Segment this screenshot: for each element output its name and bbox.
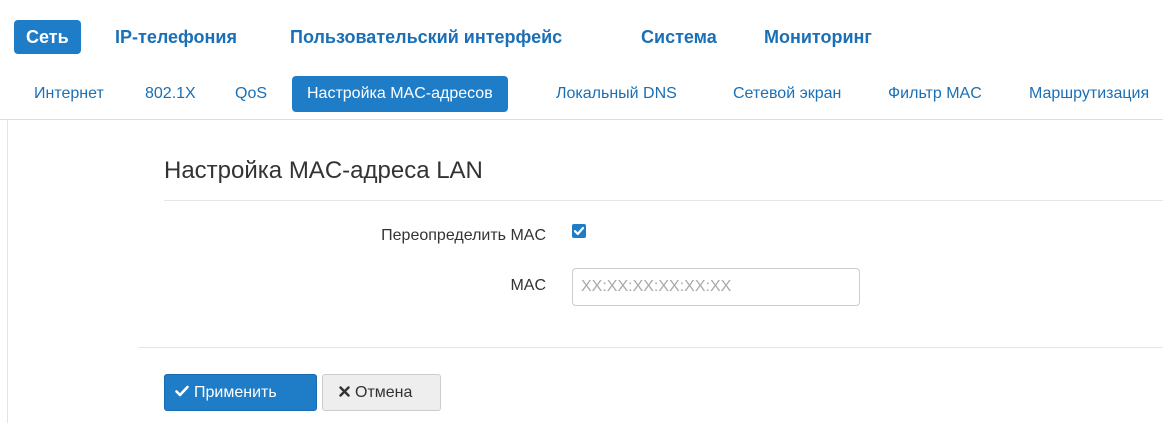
tab-firewall[interactable]: Сетевой экран	[733, 76, 841, 112]
tab-802-1x[interactable]: 802.1X	[145, 76, 196, 112]
apply-button[interactable]: Применить	[164, 374, 317, 411]
main-nav-ip-telephony[interactable]: IP-телефония	[115, 20, 237, 54]
main-nav-system[interactable]: Система	[641, 20, 717, 54]
main-nav-user-interface[interactable]: Пользовательский интерфейс	[290, 20, 562, 54]
mac-input[interactable]	[572, 268, 860, 306]
main-nav-network[interactable]: Сеть	[14, 20, 81, 54]
cancel-button-label: Отмена	[355, 383, 413, 401]
tab-internet[interactable]: Интернет	[34, 76, 104, 112]
check-icon	[175, 384, 189, 402]
section-title: Настройка MAC-адреса LAN	[164, 157, 483, 184]
tab-mac-filter[interactable]: Фильтр MAC	[888, 76, 982, 112]
tab-mac-settings[interactable]: Настройка MAC-адресов	[292, 76, 508, 112]
tab-qos[interactable]: QoS	[235, 76, 267, 112]
main-nav-monitoring[interactable]: Мониторинг	[764, 20, 872, 54]
content-left-border	[7, 120, 8, 423]
sub-nav: Интернет 802.1X QoS Настройка MAC-адресо…	[0, 71, 1163, 120]
apply-button-label: Применить	[194, 383, 277, 401]
times-icon	[339, 384, 350, 402]
checkmark-icon	[573, 226, 585, 236]
cancel-button[interactable]: Отмена	[322, 374, 441, 411]
actions-divider	[138, 347, 1163, 348]
main-nav: Сеть IP-телефония Пользовательский интер…	[0, 0, 1163, 63]
section-divider	[164, 200, 1163, 201]
override-mac-checkbox[interactable]	[572, 224, 586, 238]
override-mac-label: Переопределить MAC	[381, 227, 546, 244]
tab-local-dns[interactable]: Локальный DNS	[556, 76, 677, 112]
tab-routing[interactable]: Маршрутизация	[1029, 76, 1149, 112]
mac-label: MAC	[510, 277, 546, 294]
